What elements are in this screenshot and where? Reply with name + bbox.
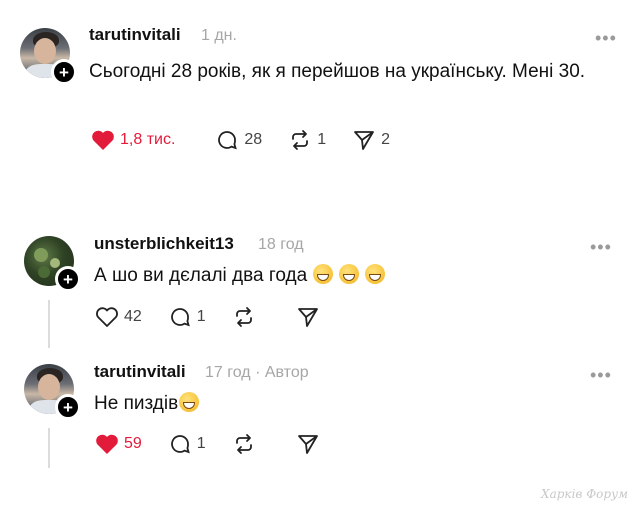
comment-count: 1 xyxy=(196,308,206,325)
reply-time: 18 год xyxy=(258,236,304,253)
heart-icon xyxy=(96,307,118,327)
share-button[interactable] xyxy=(296,305,320,329)
more-options-icon[interactable]: ••• xyxy=(590,237,612,258)
reply-time: 17 год xyxy=(205,364,251,381)
grinning-emoji-icon xyxy=(339,264,360,284)
post-text: Сьогодні 28 років, як я перейшов на укра… xyxy=(89,61,586,82)
thread-line xyxy=(48,428,50,468)
grinning-emoji-icon xyxy=(313,264,334,284)
share-button[interactable] xyxy=(296,432,320,456)
follow-plus-icon[interactable]: + xyxy=(51,59,77,85)
repost-count: 1 xyxy=(317,131,327,148)
repost-icon xyxy=(292,130,309,150)
like-button[interactable]: 1,8 тис. xyxy=(91,129,175,151)
comment-count: 28 xyxy=(244,131,263,148)
comment-button[interactable]: 1 xyxy=(168,305,206,329)
reply-text-content: Не пиздів xyxy=(94,393,179,414)
comment-button[interactable]: 1 xyxy=(168,432,206,456)
grinning-emoji-icon xyxy=(365,264,386,284)
repost-button[interactable] xyxy=(232,305,256,329)
author-badge: Автор xyxy=(264,364,309,381)
comment-icon xyxy=(170,308,190,327)
reply-meta: 17 год · Автор xyxy=(205,364,309,382)
meta-separator: · xyxy=(255,364,261,381)
like-button[interactable]: 59 xyxy=(95,433,142,455)
comment-count: 1 xyxy=(196,435,206,452)
laughing-emoji-icon xyxy=(179,392,200,412)
watermark: Харків Форум xyxy=(541,487,628,501)
send-icon xyxy=(354,131,375,150)
like-count: 59 xyxy=(124,435,142,452)
follow-plus-icon[interactable]: + xyxy=(55,394,81,420)
username[interactable]: unsterblichkeit13 xyxy=(94,234,234,254)
more-options-icon[interactable]: ••• xyxy=(590,365,612,386)
comment-icon xyxy=(170,435,190,454)
reply-text: Не пиздів xyxy=(94,389,594,419)
comment-icon xyxy=(218,131,238,150)
heart-icon xyxy=(92,130,114,150)
reply-text: А шо ви дєлалі два года xyxy=(94,261,594,291)
reply-actions: 42 1 xyxy=(95,305,346,329)
post-actions: 1,8 тис. 28 1 2 xyxy=(91,128,416,152)
more-options-icon[interactable]: ••• xyxy=(595,28,617,49)
username[interactable]: tarutinvitali xyxy=(94,362,186,382)
comment-button[interactable]: 28 xyxy=(215,128,262,152)
reply-actions: 59 1 xyxy=(95,432,346,456)
repost-button[interactable]: 1 xyxy=(288,128,326,152)
follow-plus-icon[interactable]: + xyxy=(55,266,81,292)
username[interactable]: tarutinvitali xyxy=(89,25,181,45)
repost-icon xyxy=(235,307,252,327)
share-button[interactable]: 2 xyxy=(352,128,390,152)
send-icon xyxy=(297,435,318,454)
like-count: 1,8 тис. xyxy=(120,131,176,148)
share-count: 2 xyxy=(381,131,391,148)
heart-icon xyxy=(96,434,118,454)
repost-icon xyxy=(235,434,252,454)
reply-text-content: А шо ви дєлалі два года xyxy=(94,265,308,286)
post-time: 1 дн. xyxy=(201,27,237,44)
thread-line xyxy=(48,300,50,348)
repost-button[interactable] xyxy=(232,432,256,456)
like-count: 42 xyxy=(124,308,142,325)
like-button[interactable]: 42 xyxy=(95,306,142,328)
send-icon xyxy=(297,308,318,327)
